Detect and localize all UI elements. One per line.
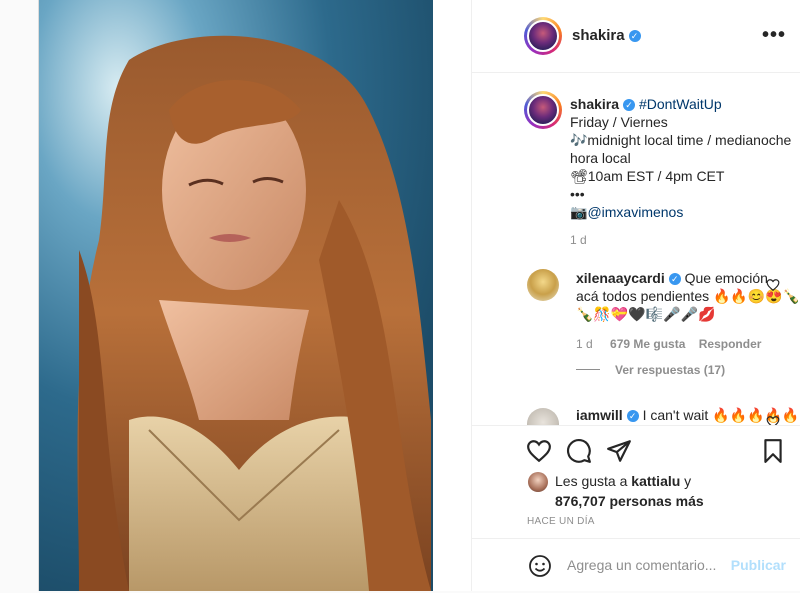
comment-avatar[interactable] — [527, 269, 559, 301]
comment-text: acá todos pendientes 🔥🔥😊😍🍾 — [576, 288, 800, 304]
caption-hashtag[interactable]: #DontWaitUp — [639, 96, 722, 112]
heart-icon[interactable] — [526, 438, 552, 464]
comment-likes[interactable]: 679 Me gusta — [610, 337, 685, 351]
comment-icon[interactable] — [566, 438, 592, 464]
comment-input[interactable]: Agrega un comentario... — [567, 557, 716, 573]
liker-username[interactable]: kattialu — [631, 473, 680, 489]
caption-line: ••• — [570, 186, 585, 202]
comments-section: shakira ✓ #DontWaitUp Friday / Viernes 🎶m… — [472, 73, 800, 425]
post-actions: Les gusta a kattialu y 876,707 personas … — [472, 425, 800, 592]
post-sidebar: shakira ✓ ••• shakira ✓ #DontWaitUp Friday… — [471, 0, 800, 591]
comment-username[interactable]: xilenaaycardi — [576, 270, 665, 286]
reply-button[interactable]: Responder — [699, 337, 762, 351]
caption-mention[interactable]: @imxavimenos — [587, 204, 683, 220]
share-icon[interactable] — [606, 438, 632, 464]
heart-icon[interactable] — [766, 415, 780, 425]
comment-username[interactable]: iamwill — [576, 407, 623, 423]
emoji-icon[interactable] — [528, 554, 552, 578]
caption-line: Friday / Viernes — [570, 114, 668, 130]
comment-time[interactable]: 1 d — [576, 337, 593, 351]
likes-prefix: Les gusta a — [555, 473, 632, 489]
verified-icon: ✓ — [668, 273, 681, 286]
verified-icon: ✓ — [623, 99, 636, 112]
caption-line: 🎶midnight local time / medianoche — [570, 132, 792, 148]
comment-avatar[interactable] — [527, 408, 559, 425]
likes-count[interactable]: 876,707 personas más — [555, 493, 704, 509]
caption-avatar[interactable] — [524, 91, 562, 129]
more-options-icon[interactable]: ••• — [762, 24, 786, 47]
caption: shakira ✓ #DontWaitUp Friday / Viernes 🎶m… — [570, 95, 795, 249]
bookmark-icon[interactable] — [760, 438, 786, 464]
header-username[interactable]: shakira — [572, 27, 625, 44]
verified-icon: ✓ — [628, 29, 641, 42]
comment: xilenaaycardi ✓ Que emoción acá todos pen… — [576, 269, 800, 353]
caption-line: 📽10am EST / 4pm CET — [570, 168, 725, 184]
header-user: shakira ✓ — [572, 27, 641, 45]
post-time[interactable]: HACE UN DÍA — [527, 516, 595, 527]
publish-button[interactable]: Publicar — [731, 557, 786, 573]
comment-text: 🍾🎊💝🖤🎼🎤🎤💋 — [576, 306, 716, 322]
likes-conj: y — [680, 473, 692, 489]
heart-icon[interactable] — [766, 278, 780, 292]
caption-time[interactable]: 1 d — [570, 231, 795, 249]
comment-text: Que emoción — [684, 270, 768, 286]
post-photo[interactable] — [39, 0, 433, 591]
likes-text: Les gusta a kattialu y 876,707 personas … — [555, 471, 704, 511]
verified-icon: ✓ — [626, 410, 639, 423]
camera-emoji: 📷 — [570, 204, 588, 220]
caption-username[interactable]: shakira — [570, 96, 619, 112]
caption-line: hora local — [570, 150, 631, 166]
post-container: shakira ✓ ••• shakira ✓ #DontWaitUp Friday… — [38, 0, 800, 591]
replies-divider — [576, 369, 600, 370]
liker-avatar[interactable] — [528, 472, 548, 492]
add-comment-bar: Agrega un comentario... Publicar — [472, 538, 800, 593]
view-replies-button[interactable]: Ver respuestas (17) — [615, 363, 725, 377]
post-photo-image — [39, 0, 433, 591]
avatar[interactable] — [524, 17, 562, 55]
post-header: shakira ✓ ••• — [472, 0, 800, 73]
